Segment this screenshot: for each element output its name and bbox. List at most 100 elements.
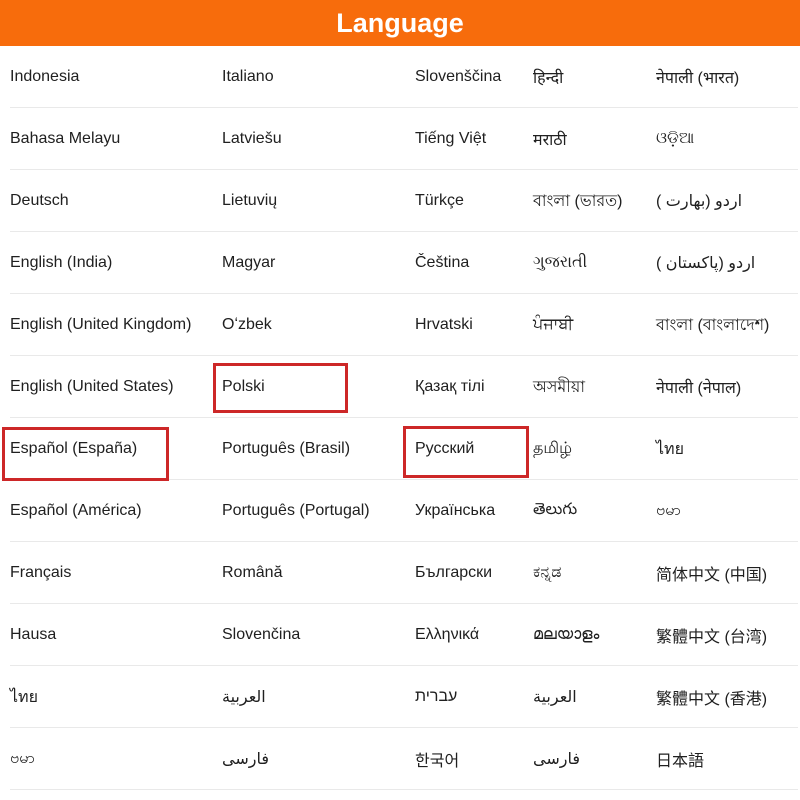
language-item-label: Hrvatski <box>415 316 473 334</box>
page-header: Language <box>0 0 800 46</box>
language-item-label: Português (Brasil) <box>222 440 350 458</box>
language-item-label: 日本語 <box>656 747 704 771</box>
language-item-label: Polski <box>222 378 265 396</box>
language-item-label: Oʻzbek <box>222 316 272 334</box>
language-item[interactable]: اردو (پاکستان ) <box>646 232 800 294</box>
language-item-label: नेपाली (भारत) <box>656 66 739 88</box>
language-item-label: Қазақ тілі <box>415 378 485 396</box>
language-item-label: Tiếng Việt <box>415 130 486 148</box>
language-item[interactable]: Español (América) <box>0 480 212 542</box>
language-item-label: অসমীয়া <box>533 374 585 401</box>
language-row: Hausa Slovenčina Ελληνικά മലയാളം 繁體中文 (台… <box>0 604 800 666</box>
language-item[interactable]: मराठी <box>523 108 646 170</box>
language-item[interactable]: हिन्दी <box>523 46 646 108</box>
language-row: English (United States) Polski Қазақ тіл… <box>0 356 800 418</box>
language-item[interactable]: Română <box>212 542 405 604</box>
language-item-label: Română <box>222 564 282 582</box>
language-item[interactable]: Oʻzbek <box>212 294 405 356</box>
language-item[interactable]: Slovenščina <box>405 46 523 108</box>
language-item[interactable]: ଓଡ଼ିଆ <box>646 108 800 170</box>
language-item[interactable]: Български <box>405 542 523 604</box>
language-item[interactable]: ਪੰਜਾਬੀ <box>523 294 646 356</box>
language-item[interactable]: Ελληνικά <box>405 604 523 666</box>
language-item-label: Latviešu <box>222 130 282 148</box>
language-item-label: ଓଡ଼ିଆ <box>656 130 694 148</box>
language-item[interactable]: ગુજરાતી <box>523 232 646 294</box>
language-item[interactable]: Italiano <box>212 46 405 108</box>
language-item[interactable]: Español (España) <box>0 418 212 480</box>
language-item[interactable]: 繁體中文 (香港) <box>646 666 800 728</box>
language-row: English (India) Magyar Čeština ગુજરાતી ا… <box>0 232 800 294</box>
language-item[interactable]: English (United Kingdom) <box>0 294 212 356</box>
language-item-label: English (United Kingdom) <box>10 316 191 334</box>
language-item[interactable]: Tiếng Việt <box>405 108 523 170</box>
language-item-label: ไทย <box>10 685 38 710</box>
language-item-label: Türkçe <box>415 192 464 210</box>
language-item[interactable]: Français <box>0 542 212 604</box>
language-item[interactable]: ဗမာ <box>646 480 800 542</box>
language-item-label: العربية <box>222 687 266 707</box>
language-item-label: Ελληνικά <box>415 626 479 644</box>
language-item[interactable]: Polski <box>212 356 405 418</box>
language-item[interactable]: Čeština <box>405 232 523 294</box>
language-item[interactable]: Indonesia <box>0 46 212 108</box>
language-item[interactable]: Deutsch <box>0 170 212 232</box>
language-item-label: ဗမာ <box>10 747 35 771</box>
language-item-label: Čeština <box>415 254 469 272</box>
language-row: Indonesia Italiano Slovenščina हिन्दी ने… <box>0 46 800 108</box>
language-item[interactable]: 日本語 <box>646 728 800 790</box>
language-item[interactable]: नेपाली (नेपाल) <box>646 356 800 418</box>
language-item-label: اردو (بھارت ) <box>656 191 742 211</box>
language-item[interactable]: Português (Brasil) <box>212 418 405 480</box>
language-item[interactable]: ဗမာ <box>0 728 212 790</box>
language-item[interactable]: తెలుగు <box>523 480 646 542</box>
language-item-label: తెలుగు <box>533 500 577 522</box>
language-item[interactable]: עברית <box>405 666 523 728</box>
language-item[interactable]: Bahasa Melayu <box>0 108 212 170</box>
language-item[interactable]: മലയാളം <box>523 604 646 666</box>
language-item[interactable]: 简体中文 (中国) <box>646 542 800 604</box>
language-item[interactable]: অসমীয়া <box>523 356 646 418</box>
language-item[interactable]: Português (Portugal) <box>212 480 405 542</box>
language-item-label: English (India) <box>10 254 112 272</box>
language-item-label: Slovenščina <box>415 68 501 86</box>
language-item-label: Slovenčina <box>222 626 300 644</box>
language-item[interactable]: Қазақ тілі <box>405 356 523 418</box>
language-item-label: Español (España) <box>10 440 137 458</box>
language-item[interactable]: বাংলা (ভারত) <box>523 170 646 232</box>
language-item[interactable]: Türkçe <box>405 170 523 232</box>
language-item[interactable]: Hausa <box>0 604 212 666</box>
language-item[interactable]: English (India) <box>0 232 212 294</box>
language-item[interactable]: Українська <box>405 480 523 542</box>
language-item[interactable]: Lietuvių <box>212 170 405 232</box>
language-item-label: Русский <box>415 440 474 458</box>
language-item[interactable]: ไทย <box>646 418 800 480</box>
language-item[interactable]: 繁體中文 (台湾) <box>646 604 800 666</box>
language-item-label: বাংলা (বাংলাদেশ) <box>656 312 769 339</box>
language-item-label: नेपाली (नेपाल) <box>656 376 741 398</box>
language-item[interactable]: ಕನ್ನಡ <box>523 542 646 604</box>
language-item[interactable]: Latviešu <box>212 108 405 170</box>
language-item-label: বাংলা (ভারত) <box>533 188 622 215</box>
language-row: Deutsch Lietuvių Türkçe বাংলা (ভারত) ارد… <box>0 170 800 232</box>
language-item[interactable]: English (United States) <box>0 356 212 418</box>
language-item-label: ಕನ್ನಡ <box>533 564 561 582</box>
language-item-label: Deutsch <box>10 192 69 210</box>
language-item[interactable]: Hrvatski <box>405 294 523 356</box>
language-item[interactable]: বাংলা (বাংলাদেশ) <box>646 294 800 356</box>
language-item[interactable]: العربية <box>523 666 646 728</box>
language-item[interactable]: Русский <box>405 418 523 480</box>
language-item[interactable]: فارسی <box>212 728 405 790</box>
language-item[interactable]: اردو (بھارت ) <box>646 170 800 232</box>
language-item[interactable]: नेपाली (भारत) <box>646 46 800 108</box>
language-item-label: עברית <box>415 688 457 706</box>
language-settings-page: Language Indonesia Italiano Slovenščina … <box>0 0 800 800</box>
language-item[interactable]: 한국어 <box>405 728 523 790</box>
language-item-label: 繁體中文 (台湾) <box>656 623 767 647</box>
language-item[interactable]: தமிழ் <box>523 418 646 480</box>
language-item[interactable]: العربية <box>212 666 405 728</box>
language-item[interactable]: Slovenčina <box>212 604 405 666</box>
language-item[interactable]: Magyar <box>212 232 405 294</box>
language-item[interactable]: ไทย <box>0 666 212 728</box>
language-item[interactable]: فارسی <box>523 728 646 790</box>
